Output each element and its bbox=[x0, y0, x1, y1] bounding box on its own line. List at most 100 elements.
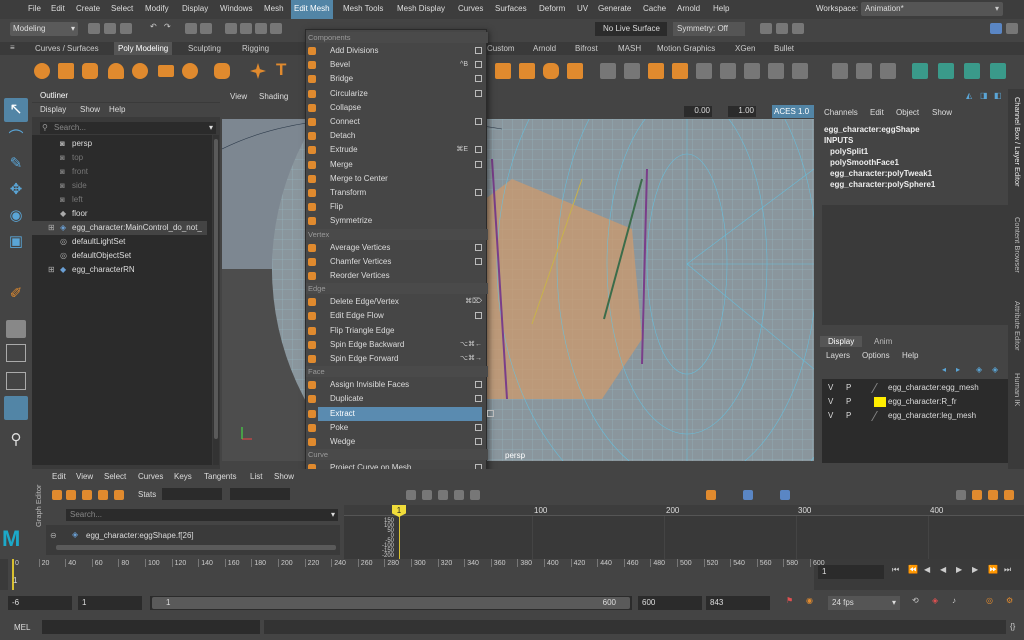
menu-cache[interactable]: Cache bbox=[643, 4, 666, 13]
graph-menu-keys[interactable]: Keys bbox=[174, 472, 192, 481]
menu-item-assign-invisible-faces[interactable]: Assign Invisible Faces bbox=[308, 378, 488, 392]
graph-outliner-scrollbar[interactable] bbox=[56, 545, 336, 550]
play-forward-icon[interactable]: ▶ bbox=[956, 565, 962, 574]
layer-playback-toggle[interactable]: P bbox=[846, 383, 851, 392]
outliner-search[interactable]: ⚲ Search... ▾ bbox=[40, 122, 216, 134]
outliner-layout-icon[interactable] bbox=[4, 396, 28, 420]
cb-menu-edit[interactable]: Edit bbox=[870, 108, 884, 117]
trax-icon[interactable] bbox=[988, 490, 998, 500]
menu-generate[interactable]: Generate bbox=[598, 4, 631, 13]
menu-modify[interactable]: Modify bbox=[145, 4, 169, 13]
toggle-panel-icon[interactable] bbox=[1006, 23, 1018, 34]
menu-help[interactable]: Help bbox=[713, 4, 729, 13]
layer-menu-help[interactable]: Help bbox=[902, 351, 918, 360]
go-to-start-icon[interactable]: ⏮ bbox=[892, 565, 899, 575]
range-start-field[interactable]: 1 bbox=[78, 596, 142, 610]
menu-item-transform[interactable]: Transform bbox=[308, 186, 488, 200]
poly-torus-icon[interactable] bbox=[132, 63, 148, 79]
move-key-icon[interactable] bbox=[52, 490, 62, 500]
graph-menu-list[interactable]: List bbox=[250, 472, 262, 481]
four-pane-layout-icon[interactable] bbox=[6, 344, 26, 362]
last-tool-icon[interactable]: ✐ bbox=[4, 282, 28, 306]
extrude-icon[interactable] bbox=[624, 63, 640, 79]
tab-human-ik[interactable]: Human IK bbox=[1013, 373, 1022, 406]
menu-select[interactable]: Select bbox=[111, 4, 133, 13]
option-box-icon[interactable] bbox=[475, 395, 482, 403]
time-editor-icon[interactable] bbox=[1004, 490, 1014, 500]
move-tool-icon[interactable]: ✥ bbox=[4, 178, 28, 202]
expand-icon[interactable]: ⊖ bbox=[50, 531, 57, 540]
insert-loop-icon[interactable] bbox=[768, 63, 784, 79]
graph-menu-view[interactable]: View bbox=[76, 472, 93, 481]
list-item[interactable]: ◙ left bbox=[32, 193, 207, 207]
poly-cylinder-icon[interactable] bbox=[82, 63, 98, 79]
stats-field-value[interactable] bbox=[230, 488, 290, 500]
tab-channel-box[interactable]: Channel Box / Layer Editor bbox=[1013, 97, 1022, 187]
expand-icon[interactable]: ⊞ bbox=[48, 221, 55, 235]
target-weld-icon[interactable] bbox=[720, 63, 736, 79]
retime-tool-icon[interactable] bbox=[114, 490, 124, 500]
graph-search[interactable]: Search... ▾ bbox=[66, 509, 338, 521]
option-box-icon[interactable] bbox=[475, 89, 482, 97]
bridge-icon[interactable] bbox=[648, 63, 664, 79]
list-item[interactable]: ◎ defaultObjectSet bbox=[32, 249, 207, 263]
knife-icon[interactable] bbox=[832, 63, 848, 79]
menu-item-poke[interactable]: Poke bbox=[308, 421, 488, 435]
uv-planar-icon[interactable] bbox=[964, 63, 980, 79]
open-scene-icon[interactable] bbox=[104, 23, 116, 34]
step-back-key-icon[interactable]: ⏪ bbox=[908, 565, 918, 574]
rotate-tool-icon[interactable]: ◉ bbox=[4, 204, 28, 228]
layer-color-swatch[interactable] bbox=[871, 383, 887, 393]
layer-visibility-toggle[interactable]: V bbox=[828, 383, 833, 392]
end-frame-field[interactable]: 843 bbox=[706, 596, 770, 610]
list-item[interactable]: ◙ persp bbox=[32, 137, 207, 151]
cb-input-item[interactable]: polySmoothFace1 bbox=[830, 158, 899, 167]
live-surface-field[interactable]: No Live Surface bbox=[595, 22, 667, 36]
layer-up-icon[interactable]: ◂ bbox=[942, 365, 946, 374]
snap-view-icon[interactable] bbox=[270, 23, 282, 34]
poly-cube-icon[interactable] bbox=[58, 63, 74, 79]
poly-sphere-icon[interactable] bbox=[34, 63, 50, 79]
viewport-menu-shading[interactable]: Shading bbox=[259, 92, 288, 101]
tab-content-browser[interactable]: Content Browser bbox=[1013, 217, 1022, 273]
slice-icon[interactable] bbox=[856, 63, 872, 79]
fps-dropdown[interactable]: 24 fps ▾ bbox=[828, 596, 900, 610]
layer-color-swatch[interactable] bbox=[874, 397, 886, 407]
save-scene-icon[interactable] bbox=[120, 23, 132, 34]
range-end-field[interactable]: 600 bbox=[638, 596, 702, 610]
stacked-view-icon[interactable] bbox=[780, 490, 790, 500]
menu-item-merge[interactable]: Merge bbox=[308, 158, 488, 172]
menu-edit-mesh[interactable]: Edit Mesh bbox=[291, 0, 333, 19]
menu-uv[interactable]: UV bbox=[577, 4, 588, 13]
tangent-auto-icon[interactable] bbox=[406, 490, 416, 500]
range-slider[interactable]: 1 600 bbox=[150, 596, 632, 610]
list-item[interactable]: ⊞ ◆ egg_characterRN bbox=[32, 263, 207, 277]
menu-arnold[interactable]: Arnold bbox=[677, 4, 700, 13]
cb-input-item[interactable]: egg_character:polySphere1 bbox=[830, 180, 935, 189]
tab-attribute-editor[interactable]: Attribute Editor bbox=[1013, 301, 1022, 351]
list-item[interactable]: ⊞ ◈ egg_character:MainControl_do_not_ bbox=[32, 221, 207, 235]
menu-item-symmetrize[interactable]: Symmetrize bbox=[308, 214, 488, 228]
dope-sheet-icon[interactable] bbox=[972, 490, 982, 500]
scale-tool-icon[interactable]: ▣ bbox=[4, 230, 28, 254]
step-forward-frame-icon[interactable]: ▶ bbox=[972, 565, 978, 574]
tab-anim[interactable]: Anim bbox=[866, 336, 900, 347]
normalize-icon[interactable] bbox=[743, 490, 753, 500]
menu-curves[interactable]: Curves bbox=[458, 4, 483, 13]
menu-item-extrude[interactable]: Extrude ⌘E bbox=[308, 143, 488, 157]
menu-file[interactable]: File bbox=[28, 4, 41, 13]
menu-item-reorder-vertices[interactable]: Reorder Vertices bbox=[308, 269, 488, 283]
cb-menu-object[interactable]: Object bbox=[896, 108, 919, 117]
tab-display[interactable]: Display bbox=[820, 336, 863, 347]
tab-sculpting[interactable]: Sculpting bbox=[184, 42, 225, 55]
tab-bifrost[interactable]: Bifrost bbox=[571, 42, 602, 55]
preferences-icon[interactable]: ⚙ bbox=[1006, 596, 1013, 605]
lattice-deform-icon[interactable] bbox=[82, 490, 92, 500]
menu-item-merge-to-center[interactable]: Merge to Center bbox=[308, 172, 488, 186]
tab-rigging[interactable]: Rigging bbox=[238, 42, 273, 55]
paint-select-icon[interactable]: ✎ bbox=[4, 152, 28, 176]
layer-down-icon[interactable]: ▸ bbox=[956, 365, 960, 374]
menu-mesh-tools[interactable]: Mesh Tools bbox=[343, 4, 383, 13]
quad-draw-icon[interactable] bbox=[792, 63, 808, 79]
toggle-panel-icon[interactable] bbox=[990, 23, 1002, 34]
